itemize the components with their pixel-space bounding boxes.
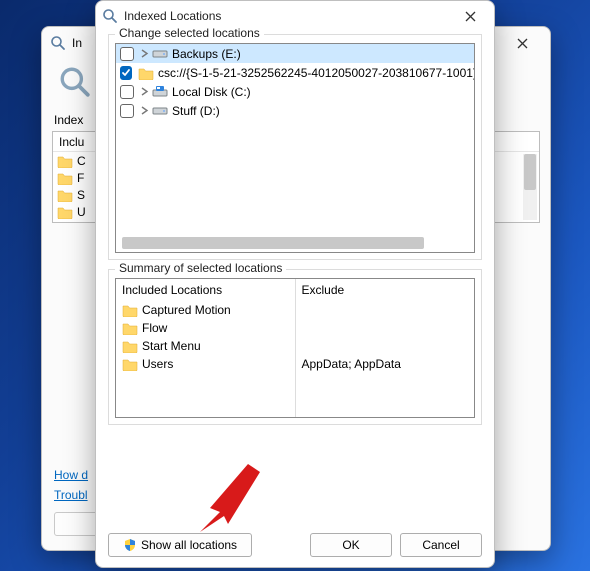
show-all-locations-button[interactable]: Show all locations xyxy=(108,533,252,557)
scrollbar-thumb[interactable] xyxy=(524,154,536,190)
close-button[interactable] xyxy=(452,3,488,29)
folder-icon xyxy=(57,188,73,202)
tree-label: Local Disk (C:) xyxy=(172,85,251,99)
summary-group: Summary of selected locations Included L… xyxy=(108,269,482,425)
column-header-exclude[interactable]: Exclude xyxy=(302,283,469,297)
list-label: F xyxy=(77,171,84,185)
exclude-value: AppData; AppData xyxy=(302,357,401,371)
tree-row[interactable]: Backups (E:) xyxy=(116,44,474,63)
column-header-included[interactable]: Included Locations xyxy=(122,283,289,297)
indexer-icon xyxy=(102,8,118,24)
tree-checkbox[interactable] xyxy=(120,85,134,99)
tree-row[interactable]: Local Disk (C:) xyxy=(116,82,474,101)
button-label: Show all locations xyxy=(141,538,237,552)
link-how[interactable]: How d xyxy=(54,468,88,482)
exclude-column: Exclude AppData; AppData xyxy=(295,279,475,417)
scrollbar-vertical[interactable] xyxy=(523,154,537,220)
tree-label: Backups (E:) xyxy=(172,47,241,61)
included-row[interactable]: Start Menu xyxy=(122,337,289,355)
folder-icon xyxy=(57,154,73,168)
folder-icon xyxy=(122,357,138,371)
drive-icon xyxy=(152,103,168,119)
included-row[interactable]: Flow xyxy=(122,319,289,337)
tree-row[interactable]: Stuff (D:) xyxy=(116,101,474,120)
tree-label: Stuff (D:) xyxy=(172,104,220,118)
folder-icon xyxy=(122,339,138,353)
exclude-row[interactable] xyxy=(302,301,469,319)
included-label: Flow xyxy=(142,321,167,335)
window-title: In xyxy=(72,36,82,50)
window-title: Indexed Locations xyxy=(124,9,221,23)
included-label: Captured Motion xyxy=(142,303,231,317)
group-label: Change selected locations xyxy=(115,26,264,40)
group-label: Summary of selected locations xyxy=(115,261,286,275)
tree-checkbox[interactable] xyxy=(120,104,134,118)
button-label: Cancel xyxy=(422,538,459,552)
folder-icon xyxy=(57,171,73,185)
tree-checkbox[interactable] xyxy=(120,66,132,80)
list-label: U xyxy=(77,205,86,219)
folder-icon xyxy=(122,321,138,335)
included-label: Users xyxy=(142,357,173,371)
scrollbar-thumb[interactable] xyxy=(122,237,424,249)
exclude-row[interactable] xyxy=(302,337,469,355)
ok-button[interactable]: OK xyxy=(310,533,392,557)
tree-row[interactable]: csc://{S-1-5-21-3252562245-4012050027-20… xyxy=(116,63,474,82)
list-label: C xyxy=(77,154,86,168)
osdrive-icon xyxy=(152,84,168,100)
drive-icon xyxy=(152,46,168,62)
button-label: OK xyxy=(342,538,359,552)
link-troubleshoot[interactable]: Troubl xyxy=(54,488,88,502)
included-label: Start Menu xyxy=(142,339,201,353)
close-button[interactable] xyxy=(502,29,542,57)
summary-list: Included Locations Captured Motion Flow St… xyxy=(115,278,475,418)
list-label: S xyxy=(77,188,85,202)
included-row[interactable]: Captured Motion xyxy=(122,301,289,319)
expander-icon[interactable] xyxy=(138,87,150,96)
tree-checkbox[interactable] xyxy=(120,47,134,61)
folder-icon xyxy=(138,65,154,81)
locations-tree[interactable]: Backups (E:) csc://{S-1-5-21-3252562245-4… xyxy=(115,43,475,253)
change-locations-group: Change selected locations Backups (E:)cs… xyxy=(108,34,482,260)
expander-icon[interactable] xyxy=(138,49,150,58)
included-row[interactable]: Users xyxy=(122,355,289,373)
exclude-row[interactable]: AppData; AppData xyxy=(302,355,469,373)
exclude-row[interactable] xyxy=(302,319,469,337)
cancel-button[interactable]: Cancel xyxy=(400,533,482,557)
indexed-locations-window: Indexed Locations Change selected locati… xyxy=(95,0,495,568)
included-column: Included Locations Captured Motion Flow St… xyxy=(116,279,295,417)
tree-label: csc://{S-1-5-21-3252562245-4012050027-20… xyxy=(158,66,475,80)
scrollbar-horizontal[interactable] xyxy=(122,237,458,249)
dialog-footer: Show all locations OK Cancel xyxy=(108,533,482,557)
uac-shield-icon xyxy=(123,538,137,552)
indexer-icon xyxy=(50,35,66,51)
folder-icon xyxy=(122,303,138,317)
folder-icon xyxy=(57,205,73,219)
expander-icon[interactable] xyxy=(138,106,150,115)
